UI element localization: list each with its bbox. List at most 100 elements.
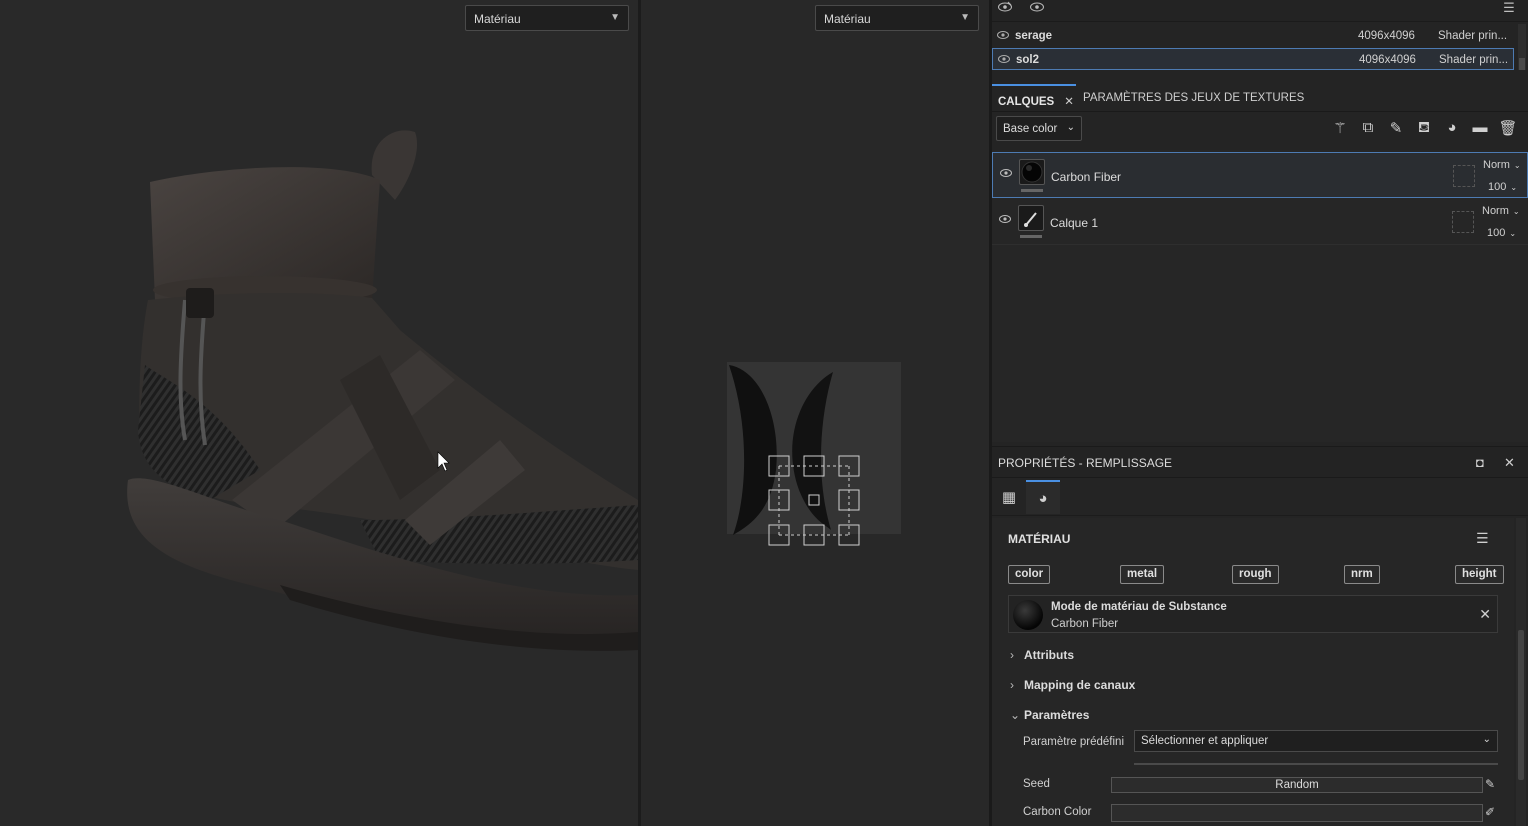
layer-stack: Carbon Fiber Norm ⌄ 100 ⌄ Calque 1 Norm ⌄ 1… bbox=[992, 150, 1528, 442]
eye-icon[interactable] bbox=[998, 213, 1012, 228]
tab-fill-settings[interactable]: ▦ bbox=[992, 480, 1026, 514]
channel-toggle-color[interactable]: color bbox=[1008, 565, 1051, 584]
channel-select[interactable]: Base color ⌄ bbox=[996, 116, 1082, 141]
layer-row[interactable]: Calque 1 Norm ⌄ 100 ⌄ bbox=[992, 199, 1528, 245]
texture-set-shader[interactable]: Shader prin... bbox=[1438, 30, 1507, 42]
layer-opacity-value: 100 bbox=[1488, 181, 1507, 193]
texture-set-row[interactable]: serage 4096x4096 Shader prin... bbox=[992, 25, 1514, 47]
viewport-2d[interactable]: Matériau ▼ bbox=[641, 0, 989, 826]
tab-material[interactable]: ◕ bbox=[1026, 480, 1060, 514]
layer-mask-slot[interactable] bbox=[1452, 211, 1474, 233]
properties-title: PROPRIÉTÉS - REMPLISSAGE bbox=[998, 456, 1173, 470]
chevron-right-icon: › bbox=[1010, 678, 1014, 692]
tab-texture-settings-label: PARAMÈTRES DES JEUX DE TEXTURES bbox=[1083, 92, 1305, 104]
texture-set-resolution: 4096x4096 bbox=[1359, 54, 1416, 66]
layer-name: Calque 1 bbox=[1050, 216, 1099, 230]
layers-tabbar: CALQUES ✕ PARAMÈTRES DES JEUX DE TEXTURES bbox=[992, 84, 1528, 112]
layer-thumbnail bbox=[1019, 159, 1045, 185]
menu-icon[interactable]: ☰ bbox=[1500, 0, 1518, 18]
layer-mask-slot[interactable] bbox=[1453, 165, 1475, 187]
properties-scrollbar[interactable] bbox=[1516, 518, 1526, 826]
channel-toggle-nrm[interactable]: nrm bbox=[1344, 565, 1380, 584]
eye-icon[interactable] bbox=[999, 167, 1013, 182]
layer-blend-mode[interactable]: Norm ⌄ bbox=[1482, 205, 1520, 217]
preset-label: Paramètre prédéfini bbox=[1023, 736, 1124, 748]
layer-thumbnail-bar bbox=[1020, 235, 1042, 238]
carbon-color-label: Carbon Color bbox=[1023, 806, 1092, 818]
layer-row-selected[interactable]: Carbon Fiber Norm ⌄ 100 ⌄ bbox=[992, 152, 1528, 198]
layer-opacity[interactable]: 100 ⌄ bbox=[1488, 181, 1517, 193]
material-preview-sphere bbox=[1013, 600, 1043, 630]
seed-label: Seed bbox=[1023, 778, 1050, 790]
tab-layers-label: CALQUES bbox=[998, 96, 1055, 108]
scrollbar-thumb[interactable] bbox=[1519, 58, 1525, 70]
viewport-3d[interactable]: Matériau ▼ bbox=[0, 0, 638, 826]
layer-name: Carbon Fiber bbox=[1051, 170, 1122, 184]
material-section-title: MATÉRIAU bbox=[1008, 532, 1071, 546]
properties-content: MATÉRIAU ☰ color metal rough nrm height … bbox=[992, 518, 1514, 826]
eye-settings-icon[interactable] bbox=[996, 0, 1014, 18]
texture-set-row-selected[interactable]: sol2 4096x4096 Shader prin... bbox=[992, 48, 1514, 70]
eye-icon[interactable] bbox=[1028, 0, 1046, 18]
divider bbox=[1134, 763, 1498, 765]
channel-toggle-rough[interactable]: rough bbox=[1232, 565, 1279, 584]
right-panel: ☰ serage 4096x4096 Shader prin... sol2 4… bbox=[992, 0, 1528, 826]
chevron-down-icon: ⌄ bbox=[1482, 734, 1491, 745]
scrollbar-thumb[interactable] bbox=[1518, 630, 1524, 780]
seed-random-label: Random bbox=[1275, 779, 1319, 791]
channel-toggle-metal[interactable]: metal bbox=[1120, 565, 1165, 584]
texture-set-name: serage bbox=[1015, 30, 1053, 42]
material-icon: ◕ bbox=[1038, 490, 1048, 507]
section-attributes-label: Attributs bbox=[1024, 648, 1074, 662]
edit-pencil-icon[interactable]: ✎ bbox=[1485, 777, 1495, 791]
paint-brush-icon[interactable]: ✎ bbox=[1386, 119, 1406, 139]
chevron-down-icon: ⌄ bbox=[1010, 708, 1021, 722]
eye-icon[interactable] bbox=[996, 29, 1010, 44]
layer-thumbnail bbox=[1018, 205, 1044, 231]
texture-set-shader[interactable]: Shader prin... bbox=[1439, 54, 1508, 66]
trash-icon[interactable]: 🗑 bbox=[1498, 119, 1518, 139]
uv-texture-canvas[interactable] bbox=[641, 0, 989, 826]
menu-icon[interactable]: ☰ bbox=[1476, 530, 1489, 547]
add-mask-icon[interactable]: ⧉ bbox=[1358, 119, 1378, 139]
close-icon[interactable]: ✕ bbox=[1504, 455, 1515, 471]
carbon-color-swatch[interactable] bbox=[1111, 804, 1483, 822]
material-palette-icon[interactable]: ◕ bbox=[1442, 119, 1462, 139]
maximize-icon[interactable]: ◘ bbox=[1476, 455, 1484, 470]
layer-opacity[interactable]: 100 ⌄ bbox=[1487, 227, 1516, 239]
eyedropper-icon[interactable]: ✐ bbox=[1485, 805, 1495, 819]
chevron-down-icon: ⌄ bbox=[1066, 122, 1075, 133]
channel-toggle-height[interactable]: height bbox=[1455, 565, 1504, 584]
chevron-down-icon: ⌄ bbox=[1512, 207, 1520, 216]
seed-random-button[interactable]: Random bbox=[1111, 777, 1483, 793]
texture-set-name: sol2 bbox=[1016, 54, 1040, 66]
texture-set-scrollbar[interactable] bbox=[1518, 24, 1526, 70]
material-mode-label: Mode de matériau de Substance bbox=[1051, 601, 1227, 613]
preset-select[interactable]: Sélectionner et appliquer ⌄ bbox=[1134, 730, 1498, 752]
chevron-down-icon: ⌄ bbox=[1510, 183, 1518, 192]
layer-thumbnail-bar bbox=[1021, 189, 1043, 192]
close-icon[interactable]: ✕ bbox=[1064, 96, 1074, 108]
layer-blend-mode-label: Norm bbox=[1483, 159, 1510, 171]
section-parameters-label: Paramètres bbox=[1024, 708, 1090, 722]
material-slot[interactable]: Mode de matériau de Substance Carbon Fib… bbox=[1008, 595, 1498, 633]
tab-texture-settings[interactable]: PARAMÈTRES DES JEUX DE TEXTURES bbox=[1083, 84, 1304, 112]
section-channel-mapping[interactable]: › Mapping de canaux bbox=[1010, 678, 1135, 692]
texture-set-resolution: 4096x4096 bbox=[1358, 30, 1415, 42]
tab-layers[interactable]: CALQUES ✕ bbox=[992, 84, 1076, 112]
material-name: Carbon Fiber bbox=[1051, 618, 1119, 630]
fill-settings-icon: ▦ bbox=[1001, 489, 1017, 506]
layer-blend-mode[interactable]: Norm ⌄ bbox=[1483, 159, 1521, 171]
fill-bucket-icon[interactable]: ⛾ bbox=[1414, 119, 1434, 139]
section-parameters[interactable]: ⌄ Paramètres bbox=[1010, 708, 1089, 722]
shoe-3d-model[interactable] bbox=[0, 0, 638, 826]
layer-blend-mode-label: Norm bbox=[1482, 205, 1509, 217]
magic-wand-icon[interactable]: ⚚ bbox=[1330, 119, 1350, 139]
section-attributes[interactable]: › Attributs bbox=[1010, 648, 1074, 662]
properties-header: PROPRIÉTÉS - REMPLISSAGE ◘ ✕ bbox=[992, 446, 1528, 478]
folder-icon[interactable]: ▬ bbox=[1470, 119, 1490, 139]
eye-icon[interactable] bbox=[997, 53, 1011, 68]
close-icon[interactable]: ✕ bbox=[1479, 606, 1491, 623]
chevron-down-icon: ⌄ bbox=[1513, 161, 1521, 170]
layer-opacity-value: 100 bbox=[1487, 227, 1506, 239]
